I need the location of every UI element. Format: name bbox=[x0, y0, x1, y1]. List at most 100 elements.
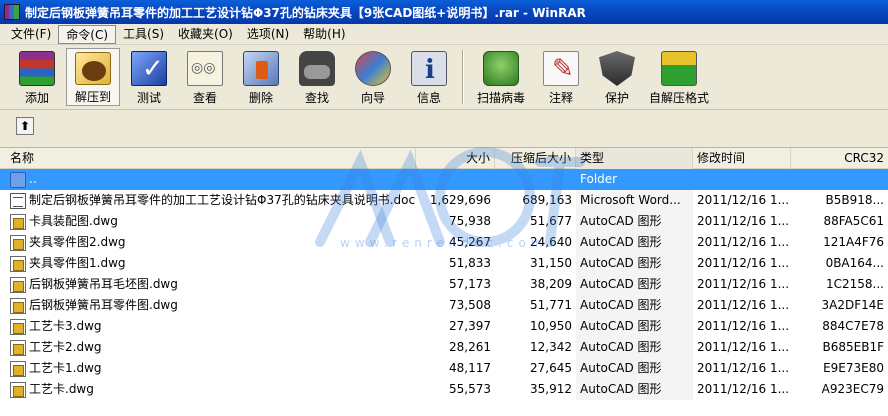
file-row[interactable]: 卡具装配图.dwg 75,938 51,677 AutoCAD 图形 2011/12/1… bbox=[0, 211, 888, 232]
file-type: Folder bbox=[580, 172, 618, 186]
file-crc32 bbox=[791, 169, 888, 190]
scan-virus-icon bbox=[483, 51, 519, 86]
file-crc32: E9E73E80 bbox=[823, 361, 884, 375]
file-size: 48,117 bbox=[449, 361, 491, 375]
file-crc32: B5B918... bbox=[825, 193, 884, 207]
file-row[interactable]: .. Folder bbox=[0, 169, 888, 190]
info-icon bbox=[411, 51, 447, 86]
file-size: 51,833 bbox=[449, 256, 491, 270]
file-name: 制定后钢板弹簧吊耳零件的加工工艺设计钻Φ37孔的钻床夹具说明书.doc bbox=[29, 193, 416, 207]
file-name: 工艺卡1.dwg bbox=[29, 361, 102, 375]
dwg-file-icon bbox=[10, 360, 26, 377]
file-size bbox=[416, 169, 495, 190]
file-packed-size: 27,645 bbox=[530, 361, 572, 375]
file-name-cell: 后钢板弹簧吊耳零件图.dwg bbox=[0, 295, 416, 316]
add-label: 添加 bbox=[24, 91, 49, 105]
file-row[interactable]: 工艺卡.dwg 55,573 35,912 AutoCAD 图形 2011/12/16 … bbox=[0, 379, 888, 400]
dwg-file-icon bbox=[10, 255, 26, 272]
file-packed-size: 38,209 bbox=[530, 277, 572, 291]
file-type: AutoCAD 图形 bbox=[576, 232, 693, 253]
menu-commands[interactable]: 命令(C) bbox=[58, 24, 117, 44]
file-name: .. bbox=[29, 172, 37, 186]
file-type: AutoCAD 图形 bbox=[576, 295, 693, 316]
file-name: 后钢板弹簧吊耳零件图.dwg bbox=[29, 298, 178, 312]
file-name: 卡具装配图.dwg bbox=[29, 214, 118, 228]
menu-help[interactable]: 帮助(H) bbox=[296, 25, 352, 44]
protect-label: 保护 bbox=[604, 91, 629, 105]
winrar-app-icon bbox=[4, 4, 20, 20]
file-modified: 2011/12/16 1... bbox=[697, 256, 790, 270]
toolbar-separator bbox=[462, 50, 464, 104]
file-modified: 2011/12/16 1... bbox=[697, 277, 790, 291]
wizard-icon bbox=[355, 51, 391, 86]
file-row[interactable]: 工艺卡3.dwg 27,397 10,950 AutoCAD 图形 2011/12/16… bbox=[0, 316, 888, 337]
scan-virus-button[interactable]: 扫描病毒 bbox=[470, 48, 532, 106]
menu-favorites[interactable]: 收藏夹(O) bbox=[171, 25, 240, 44]
protect-button[interactable]: 保护 bbox=[590, 48, 644, 106]
file-row[interactable]: 后钢板弹簧吊耳毛坯图.dwg 57,173 38,209 AutoCAD 图形 2011… bbox=[0, 274, 888, 295]
dwg-file-icon bbox=[10, 339, 26, 356]
sfx-icon bbox=[661, 51, 697, 86]
extract-to-icon bbox=[75, 52, 111, 85]
column-packed-size[interactable]: 压缩后大小 bbox=[495, 148, 576, 169]
sfx-label: 自解压格式 bbox=[648, 91, 709, 105]
info-button[interactable]: 信息 bbox=[402, 48, 456, 106]
file-modified bbox=[693, 169, 791, 190]
delete-icon bbox=[243, 51, 279, 86]
file-row[interactable]: 制定后钢板弹簧吊耳零件的加工工艺设计钻Φ37孔的钻床夹具说明书.doc 1,629… bbox=[0, 190, 888, 211]
menu-file[interactable]: 文件(F) bbox=[4, 25, 58, 44]
column-size[interactable]: 大小 bbox=[416, 148, 495, 169]
column-name[interactable]: 名称 bbox=[0, 148, 416, 169]
sfx-button[interactable]: 自解压格式 bbox=[646, 48, 712, 106]
file-type: AutoCAD 图形 bbox=[576, 274, 693, 295]
dwg-file-icon bbox=[10, 297, 26, 314]
scan-virus-label: 扫描病毒 bbox=[476, 91, 525, 105]
menu-tools[interactable]: 工具(S) bbox=[116, 25, 171, 44]
up-folder-button[interactable]: ⬆ bbox=[16, 117, 34, 135]
file-packed-size: 31,150 bbox=[530, 256, 572, 270]
file-crc32: 0BA164... bbox=[825, 256, 884, 270]
column-type[interactable]: 类型 bbox=[576, 148, 693, 169]
find-icon bbox=[299, 51, 335, 86]
file-packed-size: 51,771 bbox=[530, 298, 572, 312]
extract-to-button[interactable]: 解压到 bbox=[66, 48, 120, 106]
comment-button[interactable]: 注释 bbox=[534, 48, 588, 106]
file-size: 55,573 bbox=[449, 382, 491, 396]
file-crc32: B685EB1F bbox=[822, 340, 885, 354]
find-button[interactable]: 查找 bbox=[290, 48, 344, 106]
file-size: 27,397 bbox=[449, 319, 491, 333]
menu-options[interactable]: 选项(N) bbox=[240, 25, 296, 44]
file-row[interactable]: 夹具零件图1.dwg 51,833 31,150 AutoCAD 图形 2011/12/… bbox=[0, 253, 888, 274]
file-name-cell: 工艺卡1.dwg bbox=[0, 358, 416, 379]
file-size: 1,629,696 bbox=[429, 193, 491, 207]
delete-button[interactable]: 删除 bbox=[234, 48, 288, 106]
file-row[interactable]: 后钢板弹簧吊耳零件图.dwg 73,508 51,771 AutoCAD 图形 2011… bbox=[0, 295, 888, 316]
column-crc32[interactable]: CRC32 bbox=[791, 148, 888, 169]
file-crc32: 3A2DF14E bbox=[821, 298, 884, 312]
file-modified: 2011/12/16 1... bbox=[697, 214, 790, 228]
file-crc32: 884C7E78 bbox=[822, 319, 884, 333]
file-name: 工艺卡.dwg bbox=[29, 382, 94, 396]
test-button[interactable]: 测试 bbox=[122, 48, 176, 106]
file-modified: 2011/12/16 1... bbox=[697, 193, 790, 207]
file-name: 工艺卡3.dwg bbox=[29, 319, 102, 333]
file-rows: .. Folder 制定后钢板弹簧吊耳零件的加工工艺设计钻Φ37孔的钻床夹具说明书.… bbox=[0, 169, 888, 400]
toolbar: 添加 解压到 测试 查看 删除 查找 向导 信息 扫描病毒 注释 保护 bbox=[0, 45, 888, 110]
file-size: 75,938 bbox=[449, 214, 491, 228]
file-row[interactable]: 工艺卡1.dwg 48,117 27,645 AutoCAD 图形 2011/12/16… bbox=[0, 358, 888, 379]
file-modified: 2011/12/16 1... bbox=[697, 235, 790, 249]
window-title: 制定后钢板弹簧吊耳零件的加工工艺设计钻Φ37孔的钻床夹具【9张CAD图纸+说明书… bbox=[25, 5, 586, 20]
dwg-file-icon bbox=[10, 318, 26, 335]
column-modified[interactable]: 修改时间 bbox=[693, 148, 791, 169]
file-name: 夹具零件图1.dwg bbox=[29, 256, 126, 270]
test-label: 测试 bbox=[136, 91, 161, 105]
wizard-button[interactable]: 向导 bbox=[346, 48, 400, 106]
view-button[interactable]: 查看 bbox=[178, 48, 232, 106]
file-list[interactable]: 名称 大小 压缩后大小 类型 修改时间 CRC32 .. Folder 制定后钢板弹… bbox=[0, 148, 888, 416]
file-row[interactable]: 工艺卡2.dwg 28,261 12,342 AutoCAD 图形 2011/12/16… bbox=[0, 337, 888, 358]
title-bar[interactable]: 制定后钢板弹簧吊耳零件的加工工艺设计钻Φ37孔的钻床夹具【9张CAD图纸+说明书… bbox=[0, 0, 888, 24]
file-type: Microsoft Word... bbox=[576, 190, 693, 211]
file-crc32: 88FA5C61 bbox=[823, 214, 884, 228]
find-label: 查找 bbox=[304, 91, 329, 105]
add-button[interactable]: 添加 bbox=[10, 48, 64, 106]
